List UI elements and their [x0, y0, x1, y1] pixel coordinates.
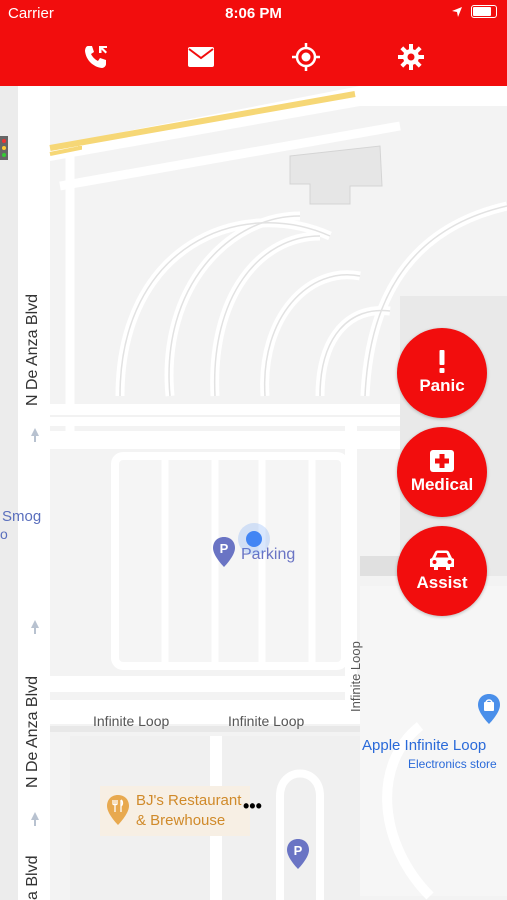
- place-label-smog: Smog: [2, 508, 42, 525]
- call-button[interactable]: [76, 38, 116, 76]
- more-dots-icon: •••: [243, 796, 262, 816]
- locate-button[interactable]: [286, 38, 326, 76]
- assist-button[interactable]: Assist: [397, 526, 487, 616]
- location-dot-icon: [246, 531, 262, 547]
- message-button[interactable]: [181, 38, 221, 76]
- marker-letter: P: [294, 843, 303, 858]
- shopping-bag-marker-icon: [478, 694, 500, 724]
- place-label-apple: Apple Infinite Loop: [362, 737, 487, 754]
- street-label-infinite-loop: Infinite Loop: [348, 641, 363, 712]
- place-label-apple-category: Electronics store: [408, 757, 497, 771]
- apple-pin[interactable]: [477, 693, 501, 730]
- medical-button[interactable]: Medical: [397, 427, 487, 517]
- restaurant-pin[interactable]: [106, 794, 130, 831]
- car-icon: [430, 550, 454, 570]
- medical-label: Medical: [410, 475, 474, 494]
- place-label-smog-sub: o: [0, 526, 8, 542]
- street-label-de-anza: a Blvd: [24, 855, 41, 900]
- street-label-infinite-loop: Infinite Loop: [93, 713, 170, 729]
- place-label-restaurant: BJ's Restaurant: [136, 792, 242, 809]
- assist-label: Assist: [416, 573, 468, 592]
- parking-pin[interactable]: P: [212, 536, 236, 573]
- exclamation-icon: [439, 350, 445, 373]
- battery-icon: [471, 5, 497, 18]
- phone-icon: [85, 46, 107, 68]
- street-label-de-anza: N De Anza Blvd: [24, 293, 41, 406]
- place-label-restaurant-line2: & Brewhouse: [136, 812, 226, 829]
- panic-button[interactable]: Panic: [397, 328, 487, 418]
- mail-icon: [188, 47, 214, 67]
- marker-letter: P: [220, 541, 229, 556]
- location-arrow-icon: [452, 6, 462, 17]
- parking-marker-icon: P: [287, 839, 309, 869]
- status-icons: [451, 5, 497, 18]
- locate-icon: [292, 43, 320, 71]
- street-label-infinite-loop: Infinite Loop: [228, 713, 305, 729]
- parking-marker-icon: P: [213, 537, 235, 567]
- top-toolbar: [0, 28, 507, 86]
- status-bar: Carrier 8:06 PM: [0, 0, 507, 28]
- clock: 8:06 PM: [225, 5, 282, 22]
- settings-button[interactable]: [391, 38, 431, 76]
- gear-icon: [398, 44, 424, 70]
- medical-kit-icon: [430, 450, 454, 472]
- current-location: [238, 523, 270, 555]
- restaurant-marker-icon: [107, 795, 129, 825]
- panic-label: Panic: [419, 376, 465, 395]
- parking-pin-2[interactable]: P: [286, 838, 310, 875]
- street-label-de-anza: N De Anza Blvd: [24, 675, 41, 788]
